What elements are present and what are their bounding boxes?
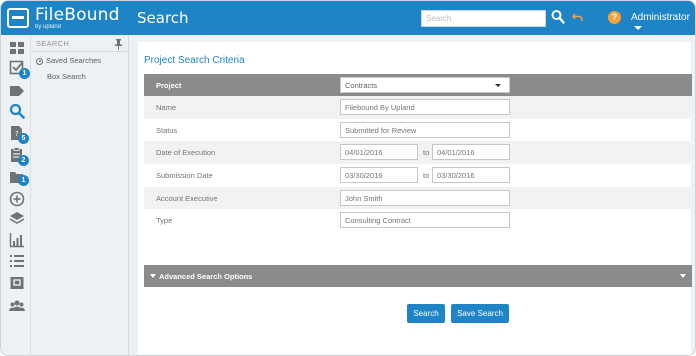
- table-row: Submission Date 03/30/2016 to 03/30/2016: [144, 164, 692, 187]
- folders-badge: 1: [18, 175, 29, 186]
- user-name: Administrator: [631, 12, 690, 23]
- advanced-search-toggle[interactable]: Advanced Search Options: [144, 265, 692, 287]
- to-label: to: [423, 148, 430, 158]
- table-row: Name Filebound By Upland: [144, 96, 692, 119]
- name-label: Name: [156, 103, 177, 112]
- saved-searches-item[interactable]: Saved Searches: [36, 56, 101, 65]
- users-icon[interactable]: [9, 298, 25, 314]
- main-content: Project Search Criteria Project Contract…: [138, 42, 692, 355]
- name-input[interactable]: Filebound By Upland: [340, 99, 510, 115]
- pin-icon[interactable]: [115, 39, 122, 50]
- to-label: to: [423, 171, 430, 181]
- status-label: Status: [156, 125, 178, 135]
- top-bar: FileBound by upland: [1, 1, 695, 35]
- table-row: Date of Execution 04/01/2016 to 04/01/20…: [144, 141, 692, 165]
- tag-icon[interactable]: [9, 83, 25, 99]
- save-search-button[interactable]: Save Search: [451, 304, 509, 323]
- page-title: Search: [137, 9, 189, 27]
- search-icon[interactable]: [9, 103, 25, 119]
- execution-date-label: Date of Execution: [156, 148, 216, 158]
- layers-icon[interactable]: [9, 211, 25, 227]
- submission-date-from-input[interactable]: 03/30/2016: [340, 167, 418, 184]
- panel-divider: [31, 51, 129, 52]
- execution-date-from-input[interactable]: 04/01/2016: [340, 144, 418, 161]
- criteria-title: Project Search Criteria: [144, 55, 245, 66]
- submission-date-label: Submission Date: [156, 171, 213, 181]
- search-icon[interactable]: [551, 9, 565, 25]
- chevron-down-icon: [495, 84, 501, 87]
- status-input[interactable]: Submitted for Review: [340, 121, 510, 138]
- account-executive-input[interactable]: John Smith: [340, 189, 510, 206]
- criteria-table: Project Contracts Name Filebound By Upla…: [144, 74, 692, 232]
- filebound-logo[interactable]: FileBound by upland: [1, 1, 129, 35]
- help-icon[interactable]: ?: [608, 11, 621, 24]
- reports-chart-icon[interactable]: [9, 232, 25, 248]
- panel-heading: SEARCH: [36, 39, 126, 51]
- submission-date-to-input[interactable]: 03/30/2016: [432, 167, 510, 184]
- type-label: Type: [156, 216, 173, 226]
- box-search-item[interactable]: Box Search: [47, 72, 86, 81]
- review-badge: 5: [18, 133, 29, 144]
- project-label: Project: [156, 81, 182, 90]
- chevron-down-icon: [680, 274, 686, 278]
- logo-name: FileBound: [35, 4, 120, 25]
- icon-rail: 1 ? 5 2 1: [1, 35, 31, 355]
- logo-sub: by upland: [35, 23, 62, 30]
- dashboard-icon[interactable]: [9, 40, 25, 56]
- table-row: Account Executive John Smith: [144, 186, 692, 210]
- table-row: Type Consulting Contract: [144, 209, 692, 232]
- box-icon[interactable]: [9, 275, 25, 291]
- undo-icon[interactable]: [572, 11, 584, 23]
- checkbox-badge: 1: [19, 68, 30, 79]
- chevron-down-icon: [634, 26, 642, 31]
- logo-icon: [7, 8, 29, 28]
- list-icon[interactable]: [9, 253, 25, 269]
- table-row: Status Submitted for Review: [144, 119, 692, 142]
- execution-date-to-input[interactable]: 04/01/2016: [432, 144, 510, 161]
- search-button[interactable]: Search: [407, 304, 445, 323]
- advanced-search-label: Advanced Search Options: [159, 272, 253, 281]
- chevron-down-icon: [150, 274, 156, 278]
- user-menu[interactable]: Administrator: [631, 12, 695, 34]
- app-window: FileBound by upland Search Search ? Admi…: [0, 0, 696, 356]
- radio-icon: [36, 57, 43, 65]
- search-panel: SEARCH Saved Searches Box Search: [31, 35, 129, 355]
- add-circle-icon[interactable]: [9, 191, 25, 207]
- tasks-badge: 2: [18, 155, 29, 166]
- global-search-input[interactable]: Search: [421, 10, 546, 27]
- type-input[interactable]: Consulting Contract: [340, 212, 510, 229]
- account-executive-label: Account Executive: [156, 193, 218, 203]
- project-select[interactable]: Contracts: [340, 77, 510, 93]
- project-row: Project Contracts: [144, 74, 692, 96]
